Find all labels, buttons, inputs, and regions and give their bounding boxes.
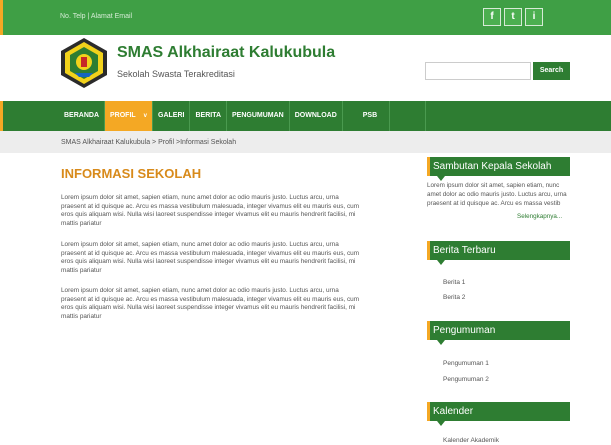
breadcrumb-bar: SMAS Alkhairaat Kalukubula > Profil >Inf…	[0, 131, 611, 153]
edge-accent	[0, 0, 3, 35]
calendar-link[interactable]: Kalender Akademik	[443, 437, 499, 444]
widget-title-text: Sambutan Kepala Sekolah	[433, 161, 552, 172]
top-bar: No. Telp | Alamat Email f t i	[0, 0, 611, 35]
site-subtitle: Sekolah Swasta Terakreditasi	[117, 69, 235, 79]
widget-title-text: Pengumuman	[433, 325, 496, 336]
nav-item-pengumuman[interactable]: PENGUMUMAN	[227, 101, 290, 131]
site-title[interactable]: SMAS Alkhairaat Kalukubula	[117, 44, 335, 62]
announcement-link[interactable]: Pengumuman 2	[443, 376, 489, 383]
facebook-icon[interactable]: f	[483, 8, 501, 26]
widget-title-berita: Berita Terbaru	[427, 241, 570, 265]
nav-label: PROFIL	[110, 112, 136, 119]
content-paragraph: Lorem ipsum dolor sit amet, sapien etiam…	[61, 241, 360, 274]
instagram-icon[interactable]: i	[525, 8, 543, 26]
content-paragraph: Lorem ipsum dolor sit amet, sapien etiam…	[61, 287, 360, 320]
nav-label: PENGUMUMAN	[232, 112, 284, 119]
edge-accent	[0, 101, 3, 131]
sambutan-text: Lorem ipsum dolor sit amet, sapien etiam…	[427, 182, 567, 207]
site-header: SMAS Alkhairaat Kalukubula Sekolah Swast…	[0, 35, 611, 101]
widget-accent	[427, 321, 430, 340]
twitter-icon[interactable]: t	[504, 8, 522, 26]
nav-item-berita[interactable]: BERITA	[190, 101, 228, 131]
nav-item-beranda[interactable]: BERANDA	[59, 101, 105, 131]
nav-label: GALERI	[158, 112, 185, 119]
content-paragraph: Lorem ipsum dolor sit amet, sapien etiam…	[61, 194, 360, 227]
search-input[interactable]	[425, 62, 531, 80]
nav-label: BERITA	[195, 112, 222, 119]
school-logo[interactable]	[59, 37, 109, 89]
search-button[interactable]: Search	[533, 62, 570, 80]
nav-item-galeri[interactable]: GALERI	[153, 101, 191, 131]
news-link[interactable]: Berita 1	[443, 279, 465, 286]
read-more-link[interactable]: Selengkapnya...	[517, 213, 562, 220]
nav-label: DOWNLOAD	[294, 112, 337, 119]
nav-label: PSB	[362, 112, 378, 119]
news-link[interactable]: Berita 2	[443, 294, 465, 301]
contact-info: No. Telp | Alamat Email	[60, 13, 133, 20]
breadcrumb[interactable]: SMAS Alkhairaat Kalukubula > Profil >Inf…	[61, 139, 236, 146]
widget-title-sambutan: Sambutan Kepala Sekolah	[427, 157, 570, 181]
chevron-down-icon: v	[143, 113, 148, 119]
widget-title-pengumuman: Pengumuman	[427, 321, 570, 345]
nav-divider	[425, 101, 426, 131]
widget-accent	[427, 157, 430, 176]
nav-item-psb[interactable]: PSB	[343, 101, 391, 131]
nav-item-profil[interactable]: PROFIL v	[105, 101, 154, 131]
announcement-link[interactable]: Pengumuman 1	[443, 360, 489, 367]
page-title: INFORMASI SEKOLAH	[61, 166, 202, 181]
widget-accent	[427, 241, 430, 260]
widget-title-text: Kalender	[433, 406, 474, 417]
page: No. Telp | Alamat Email f t i SMAS Alkha…	[0, 0, 611, 445]
nav-label: BERANDA	[64, 112, 99, 119]
main-nav: BERANDA PROFIL v GALERI BERITA PENGUMUMAN…	[0, 101, 611, 131]
widget-accent	[427, 402, 430, 421]
widget-title-kalender: Kalender	[427, 402, 570, 426]
widget-title-text: Berita Terbaru	[433, 245, 496, 256]
nav-item-download[interactable]: DOWNLOAD	[290, 101, 343, 131]
